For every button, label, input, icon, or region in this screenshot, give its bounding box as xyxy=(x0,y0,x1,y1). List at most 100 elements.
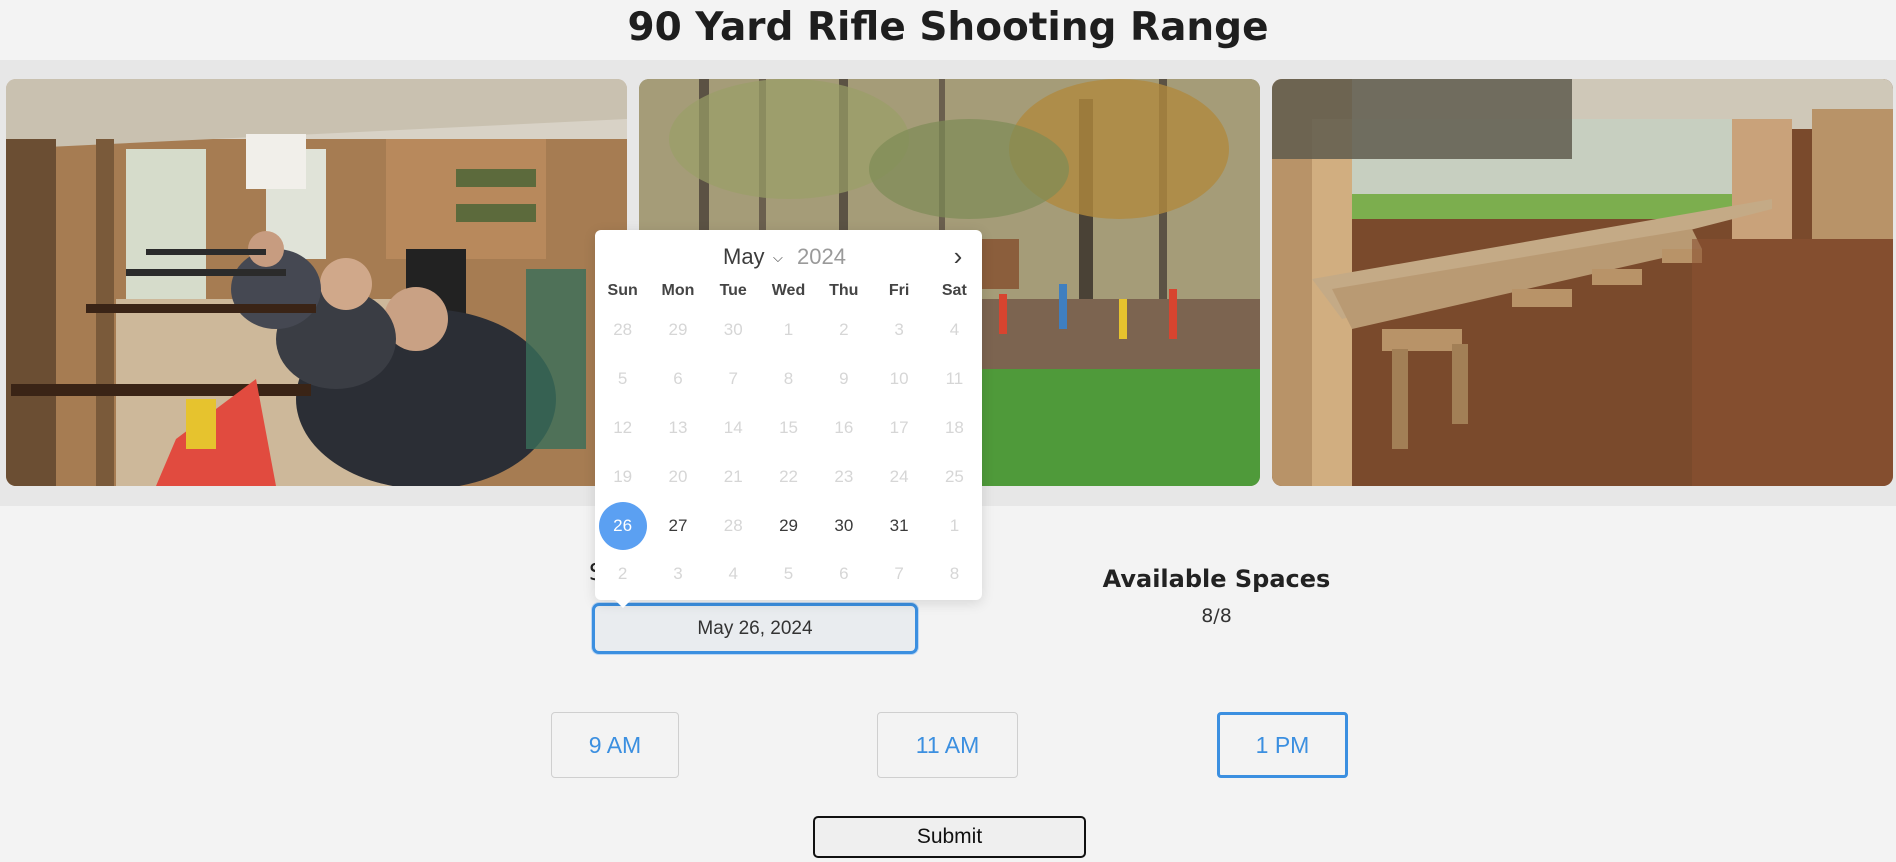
calendar-day: 19 xyxy=(595,452,650,501)
calendar-day-number: 2 xyxy=(617,564,628,584)
calendar-day: 7 xyxy=(706,355,761,404)
weekday-label: Tue xyxy=(719,282,747,299)
submit-button[interactable]: Submit xyxy=(813,816,1086,858)
month-select[interactable]: May xyxy=(723,244,765,270)
calendar-day-number: 15 xyxy=(779,417,798,437)
range-photo-benches xyxy=(1272,79,1893,486)
calendar-day-number: 11 xyxy=(945,369,964,389)
calendar-day-number: 16 xyxy=(834,417,854,437)
calendar-day: 24 xyxy=(871,452,926,501)
calendar-day: 11 xyxy=(927,355,982,404)
calendar-day: 12 xyxy=(595,404,650,453)
calendar-day-number: 2 xyxy=(839,320,849,340)
calendar-day-number: 27 xyxy=(668,515,688,535)
calendar-day: 16 xyxy=(816,404,871,453)
calendar-day: 7 xyxy=(871,550,926,599)
calendar-day: 13 xyxy=(650,404,705,453)
calendar-day: 20 xyxy=(650,452,705,501)
calendar-day-number: 3 xyxy=(894,320,904,340)
weekday-label: Sat xyxy=(941,282,967,299)
calendar-day: 5 xyxy=(595,355,650,404)
calendar-day-grid: 28 29 30 1 2 3 4 5 6 7 8 9 10 11 12 13 14 15 16 17 18 19 20 21 2… xyxy=(595,306,982,599)
calendar-day: 21 xyxy=(706,452,761,501)
calendar-day: 6 xyxy=(650,355,705,404)
time-slot-11am[interactable]: 11 AM xyxy=(877,712,1018,778)
calendar-day: 6 xyxy=(816,550,871,599)
calendar-day-number: 8 xyxy=(949,564,960,584)
calendar-day: 8 xyxy=(927,550,982,599)
calendar-day-number: 4 xyxy=(949,320,960,340)
calendar-day: 3 xyxy=(650,550,705,599)
range-photo-shooters xyxy=(6,79,627,486)
calendar-day-number: 5 xyxy=(617,369,628,389)
weekday-header: Sun Mon Tue Wed Thu Fri Sat xyxy=(595,282,982,300)
calendar-day-number: 14 xyxy=(723,417,743,437)
available-spaces-value: 8/8 xyxy=(1201,605,1232,627)
calendar-day-number: 29 xyxy=(779,515,798,535)
calendar-day: 17 xyxy=(871,404,926,453)
calendar-day-number: 17 xyxy=(889,417,909,437)
calendar-day: 10 xyxy=(871,355,926,404)
calendar-day: 1 xyxy=(761,306,816,355)
calendar-day-number: 7 xyxy=(728,369,738,389)
calendar-day-number: 23 xyxy=(834,466,854,486)
chevron-right-icon[interactable]: › xyxy=(947,242,969,270)
calendar-day: 28 xyxy=(706,501,761,550)
calendar-day-number: 3 xyxy=(673,564,683,584)
weekday-label: Thu xyxy=(829,282,859,299)
calendar-day-number: 30 xyxy=(723,320,743,340)
calendar-day: 5 xyxy=(761,550,816,599)
calendar-day: 14 xyxy=(706,404,761,453)
calendar-day-number: 22 xyxy=(779,466,798,486)
calendar-day-number: 29 xyxy=(668,320,688,340)
calendar-day: 2 xyxy=(816,306,871,355)
calendar-day-number: 4 xyxy=(728,564,738,584)
weekday-label: Mon xyxy=(661,282,695,299)
calendar-day-selected[interactable]: 26 xyxy=(595,501,650,550)
date-picker-input[interactable]: May 26, 2024 xyxy=(592,603,918,654)
calendar-day: 23 xyxy=(816,452,871,501)
calendar-day-number: 5 xyxy=(783,564,794,584)
weekday-label: Sun xyxy=(607,282,638,299)
calendar-day-number: 20 xyxy=(668,466,688,486)
calendar-day-number: 26 xyxy=(598,501,647,550)
calendar-day-number: 28 xyxy=(613,320,633,340)
calendar-day: 25 xyxy=(927,452,982,501)
time-slot-9am[interactable]: 9 AM xyxy=(551,712,679,778)
calendar-day-number: 13 xyxy=(668,417,688,437)
calendar-day[interactable]: 30 xyxy=(816,501,871,550)
time-slot-1pm[interactable]: 1 PM xyxy=(1217,712,1348,778)
calendar-day: 28 xyxy=(595,306,650,355)
calendar-day-number: 9 xyxy=(839,369,849,389)
calendar-day-number: 10 xyxy=(889,369,909,389)
calendar-day-number: 1 xyxy=(949,515,960,535)
calendar-day-number: 19 xyxy=(613,466,633,486)
calendar-day-number: 12 xyxy=(613,417,633,437)
chevron-down-icon[interactable]: ⌵ xyxy=(773,250,783,266)
calendar-day: 8 xyxy=(761,355,816,404)
calendar-day: 2 xyxy=(595,550,650,599)
year-input[interactable]: 2024 xyxy=(797,244,846,270)
calendar-day-number: 30 xyxy=(834,515,854,535)
calendar-day: 9 xyxy=(816,355,871,404)
weekday-label: Fri xyxy=(888,282,910,299)
calendar-day: 15 xyxy=(761,404,816,453)
calendar-day[interactable]: 31 xyxy=(871,501,926,550)
calendar-day[interactable]: 29 xyxy=(761,501,816,550)
calendar-day[interactable]: 27 xyxy=(650,501,705,550)
calendar-day: 4 xyxy=(927,306,982,355)
calendar-day-number: 7 xyxy=(894,564,904,584)
calendar-day: 30 xyxy=(706,306,761,355)
page-title: 90 Yard Rifle Shooting Range xyxy=(0,0,1896,60)
calendar-day-number: 21 xyxy=(723,466,743,486)
calendar-day-number: 18 xyxy=(944,417,964,437)
calendar-day: 29 xyxy=(650,306,705,355)
calendar-day: 18 xyxy=(927,404,982,453)
calendar-day-number: 6 xyxy=(673,369,683,389)
available-spaces-title: Available Spaces xyxy=(1102,565,1331,593)
calendar-day-number: 31 xyxy=(889,515,909,535)
calendar-day-number: 8 xyxy=(783,369,794,389)
calendar-day: 22 xyxy=(761,452,816,501)
calendar-day-number: 24 xyxy=(889,466,909,486)
calendar-day: 3 xyxy=(871,306,926,355)
